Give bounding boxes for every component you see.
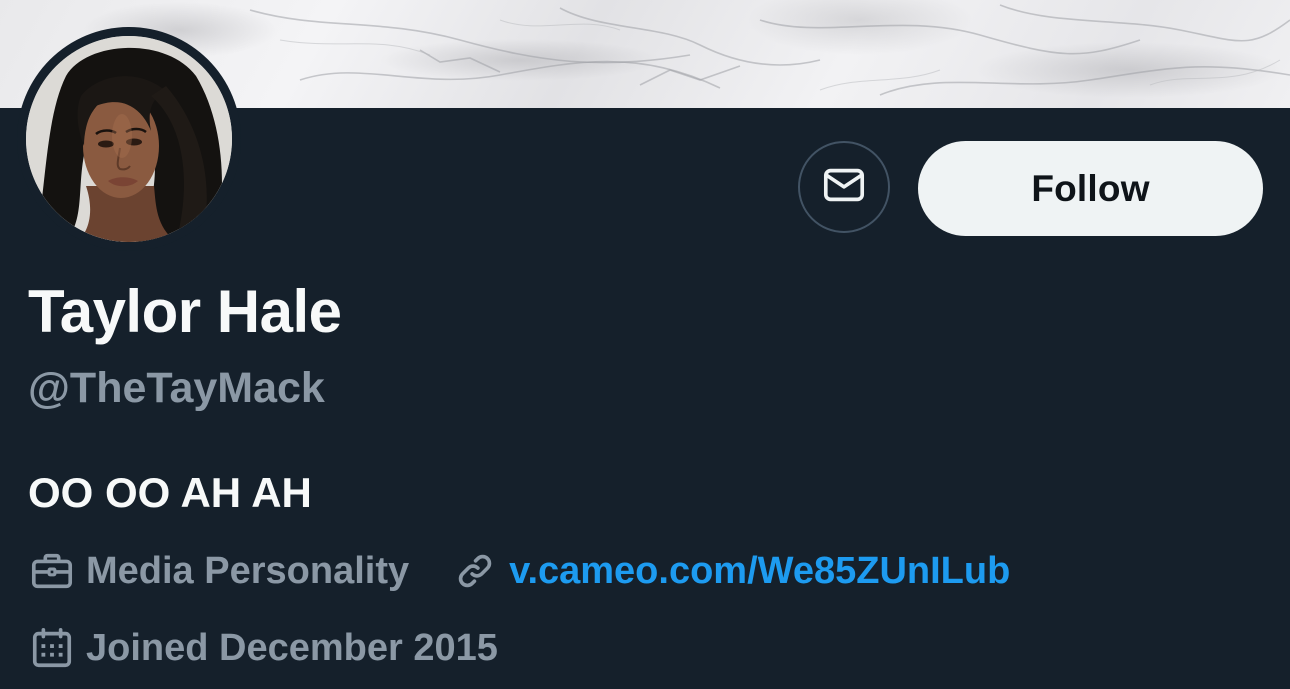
display-name: Taylor Hale: [28, 278, 342, 345]
message-button[interactable]: [798, 141, 890, 233]
profile-header: Follow Taylor Hale @TheTayMack OO OO AH …: [0, 0, 1290, 689]
avatar-ring: [17, 27, 241, 251]
profile-bio: OO OO AH AH: [28, 469, 312, 516]
joined-label: Joined December 2015: [86, 627, 498, 669]
website-link[interactable]: v.cameo.com/We85ZUnILub: [509, 546, 1010, 596]
calendar-icon: [28, 624, 76, 672]
envelope-icon: [821, 162, 867, 213]
joined-item: Joined December 2015: [28, 623, 498, 673]
avatar[interactable]: [26, 36, 232, 242]
briefcase-icon: [28, 547, 76, 595]
follow-button[interactable]: Follow: [918, 141, 1263, 236]
profile-meta-row: Media Personality v.cameo.com/We85ZUnILu…: [28, 546, 1010, 596]
profession-label: Media Personality: [86, 550, 410, 592]
website-item[interactable]: v.cameo.com/We85ZUnILub: [451, 546, 1010, 596]
profession-item: Media Personality: [28, 546, 409, 596]
joined-row: Joined December 2015: [28, 623, 498, 673]
profile-handle: @TheTayMack: [28, 364, 325, 412]
link-icon: [451, 547, 499, 595]
